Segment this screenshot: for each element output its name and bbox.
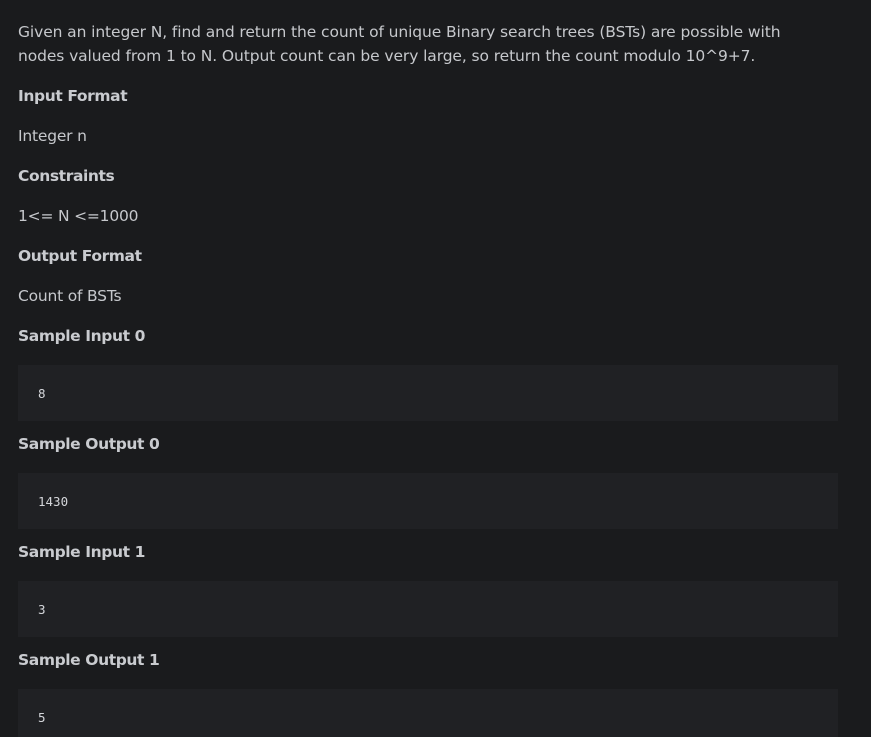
sample-output-0-value: 1430 (38, 493, 69, 509)
sample-input-0-heading: Sample Input 0 (18, 327, 146, 345)
sample-output-0-heading: Sample Output 0 (18, 435, 160, 453)
sample-input-1-heading: Sample Input 1 (18, 543, 146, 561)
input-format-heading: Input Format (18, 87, 128, 105)
sample-input-1-value: 3 (38, 601, 46, 617)
sample-output-1-heading: Sample Output 1 (18, 651, 160, 669)
sample-output-0-block: 1430 (18, 473, 838, 529)
output-format-text: Count of BSTs (18, 287, 122, 305)
sample-input-0-value: 8 (38, 385, 46, 401)
constraints-text: 1<= N <=1000 (18, 207, 139, 225)
sample-output-1-value: 5 (38, 709, 46, 725)
sample-output-1-block: 5 (18, 689, 838, 737)
problem-statement: Given an integer N, find and return the … (0, 0, 871, 737)
output-format-heading: Output Format (18, 247, 142, 265)
problem-description: Given an integer N, find and return the … (18, 23, 781, 65)
constraints-heading: Constraints (18, 167, 115, 185)
sample-input-1-block: 3 (18, 581, 838, 637)
input-format-text: Integer n (18, 127, 87, 145)
sample-input-0-block: 8 (18, 365, 838, 421)
